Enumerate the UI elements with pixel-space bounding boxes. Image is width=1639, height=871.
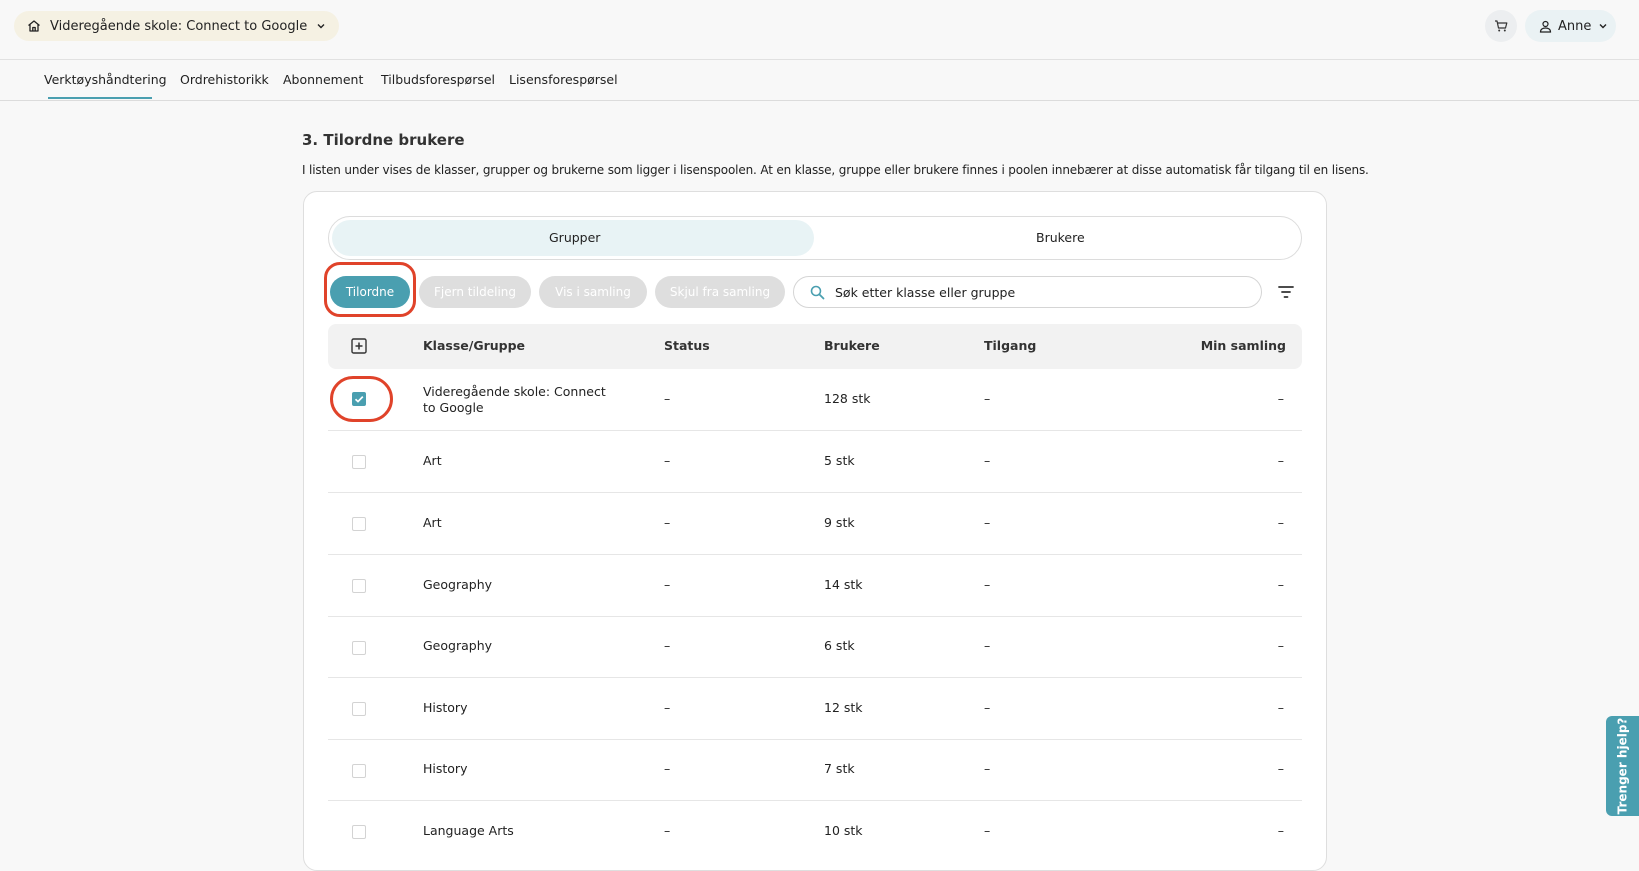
cell-collection: –	[1277, 515, 1284, 530]
org-selector[interactable]: Videregående skole: Connect to Google	[14, 11, 340, 41]
view-toggle: Grupper Brukere	[328, 216, 1302, 260]
cell-access: –	[984, 761, 991, 776]
table-row[interactable]: Art – 5 stk – –	[328, 431, 1302, 493]
cell-class-name: Art	[423, 515, 442, 530]
cell-class-name: Language Arts	[423, 823, 514, 838]
cell-access: –	[984, 638, 991, 653]
row-checkbox[interactable]	[352, 455, 366, 469]
user-name: Anne	[1558, 18, 1592, 34]
cell-status: –	[664, 577, 671, 592]
row-checkbox[interactable]	[352, 641, 366, 655]
cart-icon	[1495, 20, 1508, 32]
tab-ordrehistorikk[interactable]: Ordrehistorikk	[180, 72, 269, 87]
cell-class-name: Videregående skole: Connect to Google	[423, 384, 606, 415]
show-in-collection-button[interactable]: Vis i samling	[539, 276, 647, 308]
cell-access: –	[984, 453, 991, 468]
active-tab-indicator	[48, 97, 152, 99]
cell-users: 14 stk	[824, 577, 863, 592]
cell-class-name: Geography	[423, 577, 493, 592]
expand-all-icon[interactable]	[351, 338, 367, 354]
cell-users: 9 stk	[824, 515, 855, 530]
section-title: 3. Tilordne brukere	[302, 131, 465, 149]
cell-class-name: History	[423, 700, 468, 715]
cell-collection: –	[1277, 638, 1284, 653]
column-header-status[interactable]: Status	[664, 338, 710, 353]
tab-tilbudsforesporsel[interactable]: Tilbudsforespørsel	[381, 72, 495, 87]
cell-status: –	[664, 823, 671, 838]
row-checkbox[interactable]	[352, 702, 366, 716]
row-checkbox[interactable]	[352, 764, 366, 778]
cell-collection: –	[1277, 391, 1284, 406]
main-nav: Verktøyshåndtering Ordrehistorikk Abonne…	[0, 60, 1639, 101]
row-checkbox[interactable]	[352, 517, 366, 531]
cell-access: –	[984, 515, 991, 530]
row-checkbox[interactable]	[352, 579, 366, 593]
help-label: Trenger hjelp?	[1615, 717, 1630, 815]
hide-from-collection-button[interactable]: Skjul fra samling	[655, 276, 785, 308]
tab-abonnement[interactable]: Abonnement	[283, 72, 363, 87]
user-icon	[1539, 20, 1552, 33]
cell-users: 128 stk	[824, 391, 871, 406]
row-checkbox[interactable]	[352, 392, 366, 406]
column-header-class-group[interactable]: Klasse/Gruppe	[423, 338, 525, 353]
cell-class-name: Art	[423, 453, 442, 468]
checkmark-icon	[354, 396, 364, 403]
cell-users: 10 stk	[824, 823, 863, 838]
cell-status: –	[664, 638, 671, 653]
column-header-my-collection[interactable]: Min samling	[1201, 338, 1286, 353]
segment-grupper[interactable]: Grupper	[549, 230, 600, 245]
cell-status: –	[664, 453, 671, 468]
cell-class-name: Geography	[423, 638, 493, 653]
help-button[interactable]: Trenger hjelp?	[1606, 716, 1639, 816]
cell-access: –	[984, 577, 991, 592]
cell-class-name: History	[423, 761, 468, 776]
cell-status: –	[664, 515, 671, 530]
chevron-down-icon	[317, 24, 325, 29]
table-row[interactable]: Geography – 6 stk – –	[328, 617, 1302, 678]
cell-collection: –	[1277, 823, 1284, 838]
row-checkbox[interactable]	[352, 825, 366, 839]
remove-assignment-button[interactable]: Fjern tildeling	[419, 276, 531, 308]
cell-status: –	[664, 391, 671, 406]
top-bar: Videregående skole: Connect to Google An…	[0, 0, 1639, 60]
cell-users: 5 stk	[824, 453, 855, 468]
cell-status: –	[664, 761, 671, 776]
cell-status: –	[664, 700, 671, 715]
search-icon	[810, 285, 825, 299]
tab-lisensforesporsel[interactable]: Lisensforespørsel	[509, 72, 618, 87]
search-field[interactable]: Søk etter klasse eller gruppe	[793, 276, 1262, 308]
table-row[interactable]: History – 12 stk – –	[328, 678, 1302, 740]
table-row[interactable]: History – 7 stk – –	[328, 740, 1302, 801]
user-menu[interactable]: Anne	[1525, 10, 1616, 42]
cell-users: 6 stk	[824, 638, 855, 653]
search-input[interactable]: Søk etter klasse eller gruppe	[835, 285, 1015, 300]
filter-icon[interactable]	[1276, 282, 1296, 302]
org-name: Videregående skole: Connect to Google	[50, 18, 308, 34]
cell-access: –	[984, 391, 991, 406]
home-icon	[28, 20, 40, 32]
column-header-access[interactable]: Tilgang	[984, 338, 1036, 353]
assign-button[interactable]: Tilordne	[330, 276, 410, 308]
cell-collection: –	[1277, 577, 1284, 592]
segment-brukere[interactable]: Brukere	[1036, 230, 1085, 245]
table-row[interactable]: Art – 9 stk – –	[328, 493, 1302, 555]
cart-button[interactable]	[1485, 10, 1517, 42]
cell-users: 7 stk	[824, 761, 855, 776]
cell-users: 12 stk	[824, 700, 863, 715]
cell-access: –	[984, 823, 991, 838]
column-header-users[interactable]: Brukere	[824, 338, 880, 353]
tab-verktoyshandtering[interactable]: Verktøyshåndtering	[44, 72, 167, 87]
cell-collection: –	[1277, 453, 1284, 468]
table-row[interactable]: Language Arts – 10 stk – –	[328, 801, 1302, 857]
cell-collection: –	[1277, 761, 1284, 776]
table-row[interactable]: Geography – 14 stk – –	[328, 555, 1302, 617]
table-header: Klasse/Gruppe Status Brukere Tilgang Min…	[328, 324, 1302, 369]
section-description: I listen under vises de klasser, grupper…	[302, 163, 1369, 177]
cell-access: –	[984, 700, 991, 715]
chevron-down-icon	[1599, 24, 1607, 29]
cell-collection: –	[1277, 700, 1284, 715]
table-row[interactable]: Videregående skole: Connect to Google – …	[328, 369, 1302, 431]
